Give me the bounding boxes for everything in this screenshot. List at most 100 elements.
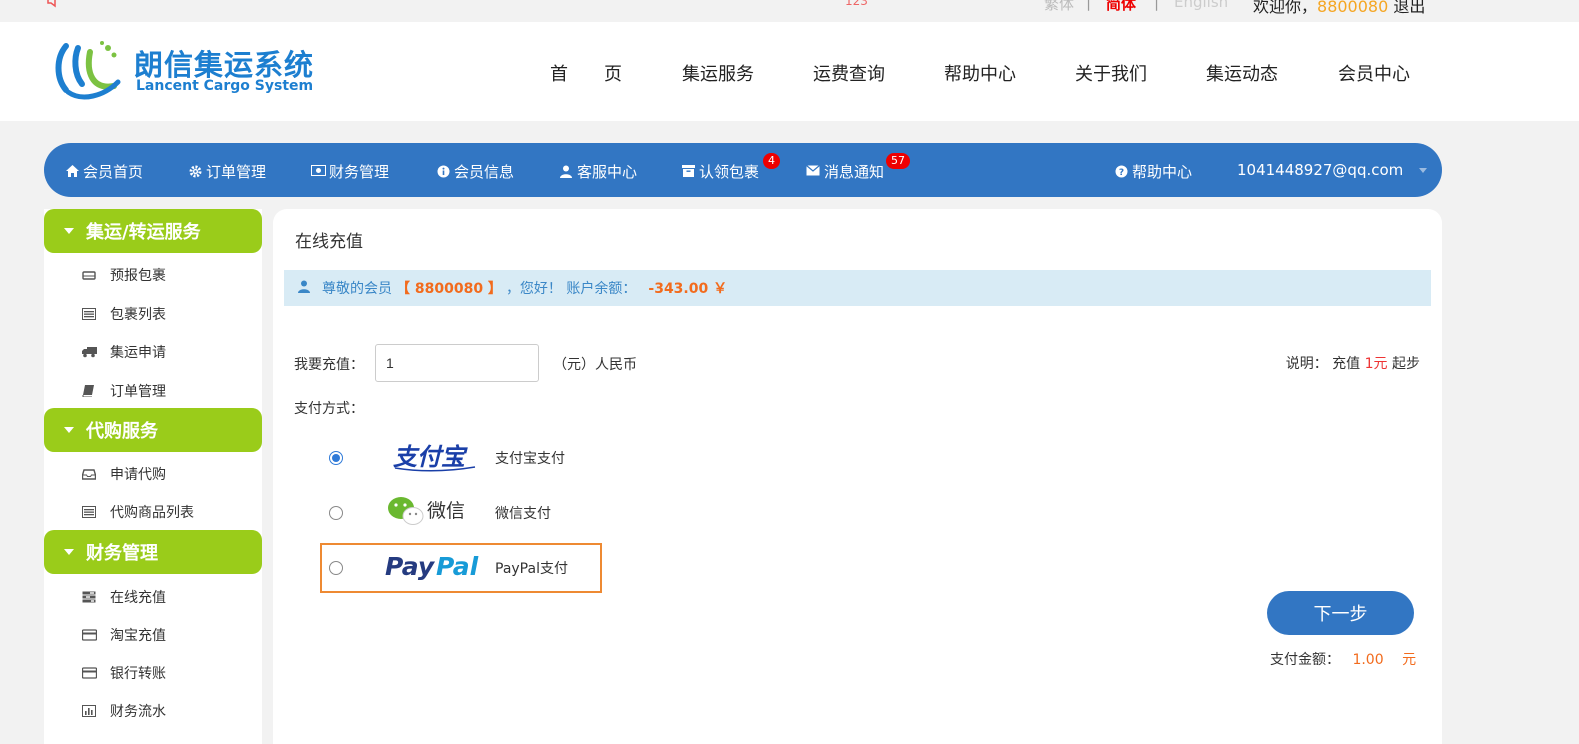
account-balance: -343.00 ￥ — [648, 281, 728, 297]
sidebar-item-label: 集运申请 — [110, 345, 166, 361]
customer-service-link[interactable]: 客服中心 — [559, 161, 637, 182]
book-icon — [82, 385, 96, 398]
note-min-amount: 1元 — [1364, 356, 1388, 372]
lang-english-link[interactable]: English — [1174, 0, 1228, 11]
svg-text:?: ? — [1118, 168, 1123, 178]
wechat-radio[interactable] — [329, 506, 343, 520]
svg-text:Pal: Pal — [436, 552, 479, 581]
sidebar-group-consolidation[interactable]: 集运/转运服务 — [44, 209, 262, 253]
top-strip: 123 繁体 | 简体 | English 欢迎你，8800080 退出 — [0, 0, 1579, 22]
sidebar-item-order-management[interactable]: 订单管理 — [82, 381, 166, 401]
note-suffix: 起步 — [1392, 356, 1420, 372]
welcome-text: 欢迎你，8800080 退出 — [1253, 0, 1425, 17]
notice-prefix: 尊敬的会员 — [322, 281, 392, 297]
sidebar-item-label: 银行转账 — [110, 666, 166, 682]
member-home-link[interactable]: 会员首页 — [65, 161, 143, 182]
recharge-note: 说明： 充值 1元 起步 — [1286, 353, 1420, 373]
order-management-link[interactable]: 订单管理 — [188, 161, 266, 182]
nav-home[interactable]: 首 页 — [550, 60, 622, 86]
pay-amount-value: 1.00 — [1352, 652, 1384, 668]
sidebar-item-online-recharge[interactable]: 在线充值 — [82, 587, 166, 607]
speaker-icon[interactable] — [46, 0, 68, 10]
notice-greeting: ，您好！ 账户余额： — [505, 281, 637, 297]
caret-down-icon — [64, 228, 74, 234]
amount-unit: （元）人民币 — [553, 357, 637, 373]
svg-text:支付宝: 支付宝 — [393, 442, 468, 471]
chevron-down-icon — [1419, 167, 1428, 173]
sidebar-item-forecast-package[interactable]: 预报包裹 — [82, 265, 166, 285]
user-icon — [559, 165, 573, 179]
sidebar-item-label: 淘宝充值 — [110, 628, 166, 644]
alipay-label: 支付宝支付 — [495, 451, 565, 467]
sidebar-group-purchasing[interactable]: 代购服务 — [44, 408, 262, 452]
welcome-prefix: 欢迎你， — [1253, 0, 1318, 16]
notifications-label: 消息通知 — [824, 163, 885, 181]
sidebar-item-label: 在线充值 — [110, 590, 166, 606]
list-alt-icon — [82, 506, 96, 518]
sidebar-group-title: 集运/转运服务 — [86, 222, 201, 243]
member-home-label: 会员首页 — [83, 163, 144, 181]
help-center-link[interactable]: ? 帮助中心 — [1114, 161, 1192, 182]
envelope-icon — [806, 164, 820, 179]
notifications-link[interactable]: 消息通知 57 — [806, 153, 910, 182]
site-logo[interactable]: 朗信集运系统 Lancent Cargo System — [52, 38, 322, 102]
user-id-link[interactable]: 8800080 — [1317, 0, 1388, 16]
alipay-logo-icon: 支付宝 — [383, 440, 493, 476]
account-dropdown[interactable]: 1041448927@qq.com — [1237, 161, 1428, 179]
recharge-amount-input[interactable] — [375, 344, 539, 382]
sidebar-item-label: 财务流水 — [110, 704, 166, 720]
logout-link[interactable]: 退出 — [1393, 0, 1425, 16]
wechat-logo-icon: 微信 — [383, 493, 483, 533]
sidebar-group-title: 代购服务 — [86, 421, 158, 442]
sidebar-item-request-purchase[interactable]: 申请代购 — [81, 464, 166, 484]
member-info-label: 会员信息 — [454, 163, 515, 181]
sidebar-item-package-list[interactable]: 包裹列表 — [82, 304, 166, 324]
sidebar-item-label: 预报包裹 — [110, 268, 166, 284]
recharge-panel: 在线充值 尊敬的会员 【 8800080 】 ，您好！ 账户余额： -343.0… — [273, 209, 1442, 744]
sidebar-item-label: 申请代购 — [110, 467, 166, 483]
sidebar-item-label: 包裹列表 — [110, 307, 166, 323]
info-icon — [436, 165, 450, 179]
nav-help-center[interactable]: 帮助中心 — [944, 60, 1016, 86]
user-icon — [298, 280, 318, 297]
logo-mark-icon — [55, 41, 121, 100]
gear-icon — [188, 165, 202, 179]
sidebar-item-consolidation-request[interactable]: 集运申请 — [82, 342, 166, 362]
credit-card-icon — [81, 629, 98, 641]
caret-down-icon — [64, 427, 74, 433]
sidebar-item-purchase-goods-list[interactable]: 代购商品列表 — [82, 502, 194, 522]
sidebar-item-bank-transfer[interactable]: 银行转账 — [81, 663, 166, 683]
nav-member-center[interactable]: 会员中心 — [1338, 60, 1410, 86]
pay-amount-unit: 元 — [1402, 652, 1417, 668]
paypal-logo-icon: Pay Pal — [383, 549, 493, 587]
nav-news[interactable]: 集运动态 — [1206, 60, 1278, 86]
notification-count-badge: 57 — [886, 153, 910, 169]
hdd-icon — [82, 269, 96, 281]
lang-traditional-link[interactable]: 繁体 — [1044, 0, 1074, 14]
sidebar-item-finance-ledger[interactable]: 财务流水 — [82, 701, 166, 721]
next-step-button[interactable]: 下一步 — [1267, 591, 1414, 635]
paypal-radio[interactable] — [329, 561, 343, 575]
lang-simplified-link[interactable]: 简体 — [1106, 0, 1136, 14]
svg-text:微信: 微信 — [427, 500, 465, 522]
member-info-link[interactable]: 会员信息 — [436, 161, 514, 182]
sidebar-group-finance[interactable]: 财务管理 — [44, 530, 262, 574]
sidebar-item-taobao-recharge[interactable]: 淘宝充值 — [81, 625, 166, 645]
nav-shipping-rates[interactable]: 运费查询 — [813, 60, 885, 86]
finance-management-link[interactable]: 财务管理 — [311, 161, 389, 182]
tasks-icon — [82, 591, 96, 603]
sidebar: 集运/转运服务 预报包裹 包裹列表 集运申请 订单管理 代购服务 申请代购 代购… — [44, 209, 262, 744]
home-icon — [65, 164, 79, 179]
truck-icon — [82, 346, 97, 358]
nav-about-us[interactable]: 关于我们 — [1075, 60, 1147, 86]
alipay-radio[interactable] — [329, 451, 343, 465]
nav-consolidation-service[interactable]: 集运服务 — [682, 60, 754, 86]
site-header: 朗信集运系统 Lancent Cargo System 首 页 集运服务 运费查… — [0, 22, 1579, 121]
amount-label: 我要充值： — [294, 357, 364, 373]
credit-card-icon — [81, 667, 98, 679]
counter-text: 123 — [845, 0, 868, 8]
sidebar-item-label: 代购商品列表 — [110, 505, 194, 521]
sidebar-group-title: 财务管理 — [86, 543, 158, 564]
question-icon: ? — [1114, 165, 1128, 179]
claim-package-link[interactable]: 认领包裹 4 — [681, 153, 780, 182]
